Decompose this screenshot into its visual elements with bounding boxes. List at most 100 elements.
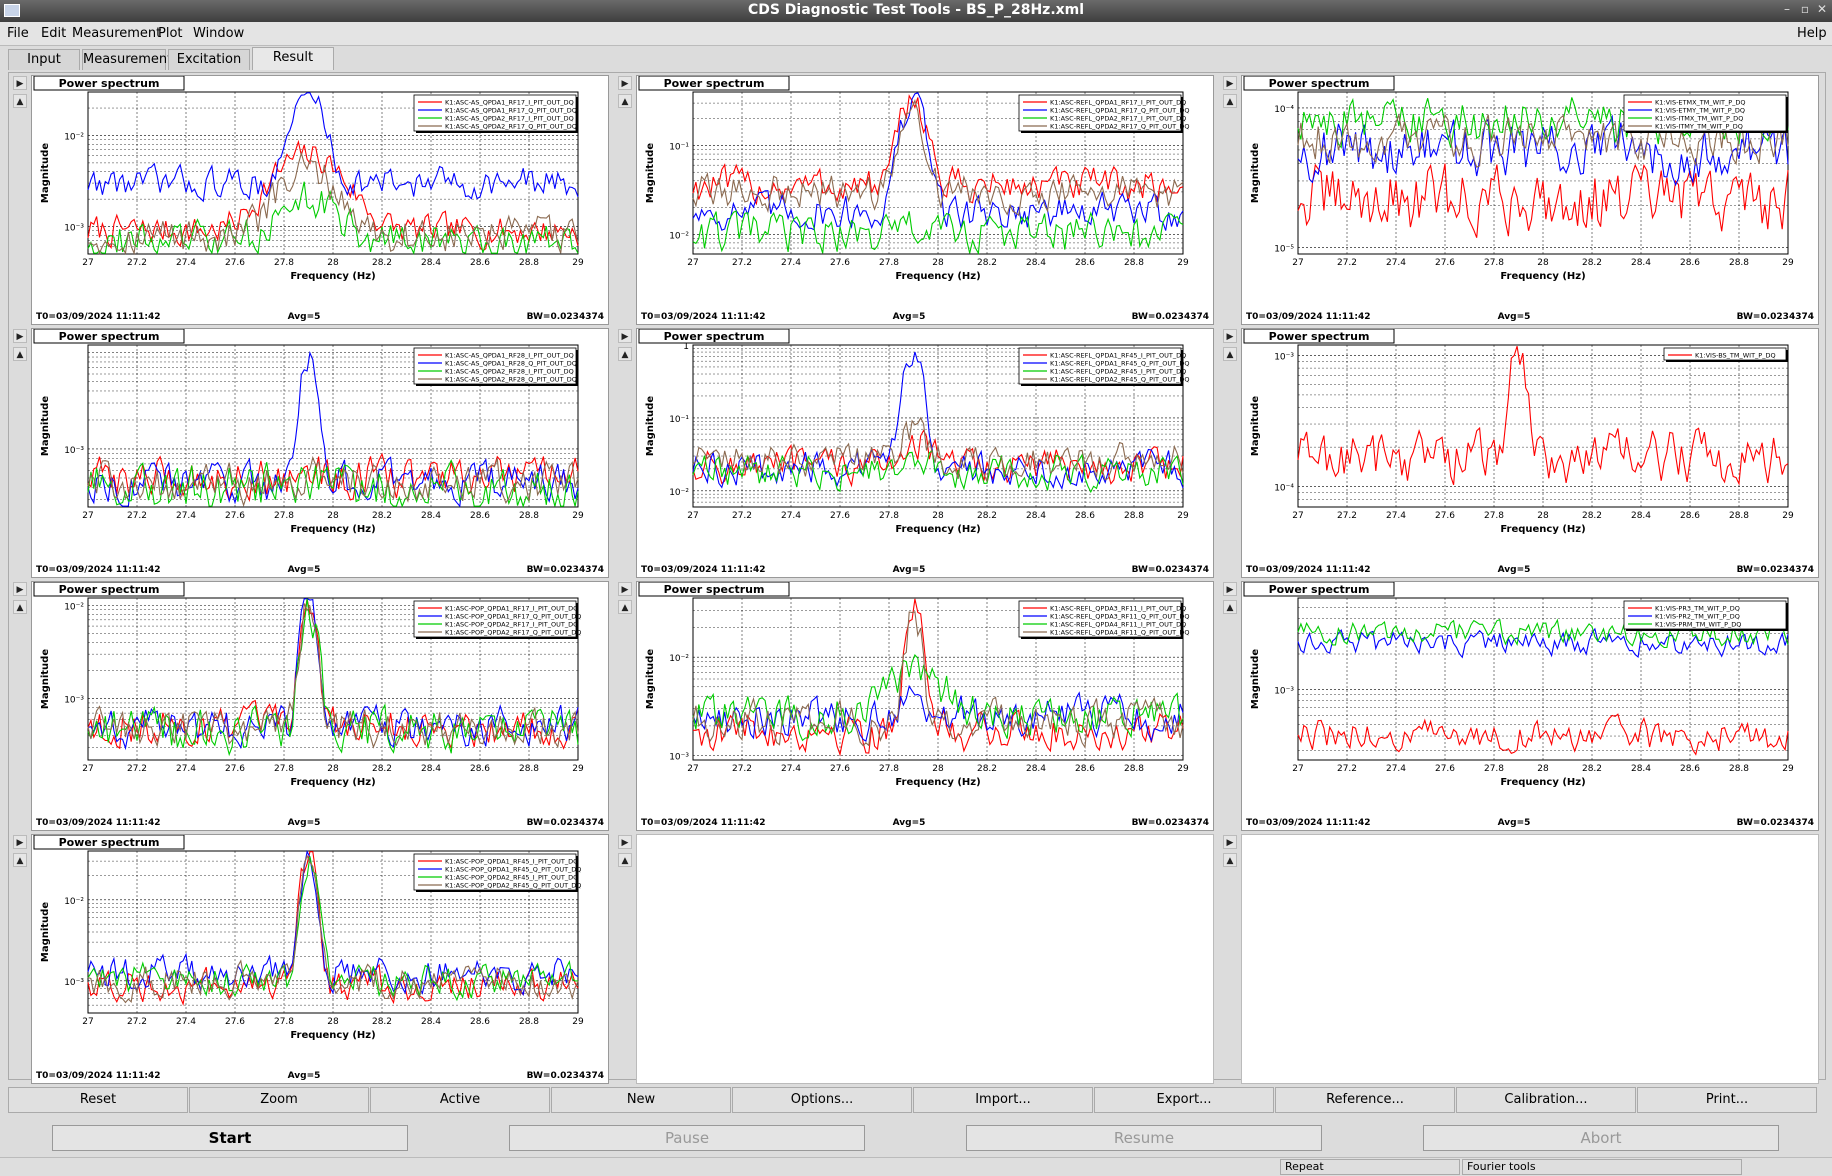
menu-help[interactable]: Help <box>1797 26 1827 41</box>
print-button[interactable]: Print... <box>1637 1087 1817 1113</box>
plot-canvas[interactable]: Power spectrum 27 27.2 27.4 27.6 27.8 28 28.2 28… <box>31 328 609 578</box>
plot-canvas[interactable]: Power spectrum 27 27.2 27.4 27.6 27.8 28 28.2 28… <box>31 581 609 831</box>
plot-title: Power spectrum <box>1269 77 1370 90</box>
x-tick-label: 27.8 <box>1484 511 1504 521</box>
x-tick-label: 27.6 <box>1435 764 1455 774</box>
zoom-button[interactable]: Zoom <box>189 1087 369 1113</box>
active-button[interactable]: Active <box>370 1087 550 1113</box>
resume-button[interactable]: Resume <box>966 1125 1322 1151</box>
reset-button[interactable]: Reset <box>8 1087 188 1113</box>
plot-canvas[interactable]: Power spectrum 27 27.2 27.4 27.6 27.8 28 28.2 28… <box>1241 328 1819 578</box>
expand-up-icon[interactable]: ▲ <box>13 853 27 867</box>
pad-arrows: ▶ ▲ <box>618 582 632 618</box>
tab-result[interactable]: Result <box>252 47 334 70</box>
minimize-icon[interactable]: – <box>1780 2 1794 18</box>
legend-entry: K1:ASC-REFL_QPDA3_RF11_I_PIT_OUT_DQ <box>1050 605 1186 613</box>
tab-input[interactable]: Input <box>8 49 80 70</box>
plot-canvas[interactable]: Power spectrum 27 27.2 27.4 27.6 27.8 28 28.2 28… <box>636 581 1214 831</box>
maximize-icon[interactable]: ▫ <box>1798 2 1812 18</box>
menu-edit[interactable]: Edit <box>41 26 66 41</box>
expand-up-icon[interactable]: ▲ <box>13 600 27 614</box>
expand-up-icon[interactable]: ▲ <box>618 600 632 614</box>
avg-label: Avg=5 <box>288 1071 321 1081</box>
expand-right-icon[interactable]: ▶ <box>13 582 27 596</box>
legend-entry: K1:ASC-REFL_QPDA1_RF17_I_PIT_OUT_DQ <box>1050 99 1186 107</box>
result-panel: ▶ ▲ Power spectrum 27 27.2 27.4 27.6 27.8 28 28.2… <box>8 72 1826 1084</box>
t0-label: T0=03/09/2024 11:11:42 <box>36 312 161 322</box>
x-axis-label: Frequency (Hz) <box>1500 524 1585 535</box>
pause-button[interactable]: Pause <box>509 1125 865 1151</box>
expand-up-icon[interactable]: ▲ <box>1223 600 1237 614</box>
x-tick-label: 28.6 <box>1075 511 1095 521</box>
expand-right-icon[interactable]: ▶ <box>618 76 632 90</box>
power-spectrum-chart: Power spectrum 27 27.2 27.4 27.6 27.8 28 28.2 28… <box>638 329 1209 575</box>
expand-right-icon[interactable]: ▶ <box>13 329 27 343</box>
x-tick-label: 28.2 <box>1582 511 1602 521</box>
expand-right-icon[interactable]: ▶ <box>618 835 632 849</box>
x-tick-label: 29 <box>572 764 584 774</box>
tab-excitation[interactable]: Excitation <box>168 49 250 70</box>
expand-right-icon[interactable]: ▶ <box>1223 76 1237 90</box>
abort-button[interactable]: Abort <box>1423 1125 1779 1151</box>
expand-up-icon[interactable]: ▲ <box>1223 853 1237 867</box>
expand-up-icon[interactable]: ▲ <box>618 853 632 867</box>
x-tick-label: 28.4 <box>1026 258 1046 268</box>
expand-up-icon[interactable]: ▲ <box>618 347 632 361</box>
x-tick-label: 28 <box>327 511 339 521</box>
expand-right-icon[interactable]: ▶ <box>618 329 632 343</box>
menu-window[interactable]: Window <box>193 26 244 41</box>
expand-right-icon[interactable]: ▶ <box>618 582 632 596</box>
plot-canvas[interactable]: Power spectrum 27 27.2 27.4 27.6 27.8 28 28.2 28… <box>31 75 609 325</box>
expand-right-icon[interactable]: ▶ <box>1223 582 1237 596</box>
x-axis-label: Frequency (Hz) <box>895 524 980 535</box>
y-tick-label: 10⁻⁵ <box>1274 245 1294 255</box>
plot-canvas[interactable]: Power spectrum 27 27.2 27.4 27.6 27.8 28 28.2 28… <box>31 834 609 1084</box>
plot-canvas[interactable]: Power spectrum 27 27.2 27.4 27.6 27.8 28 28.2 28… <box>636 75 1214 325</box>
x-tick-label: 27.6 <box>1435 258 1455 268</box>
import-button[interactable]: Import... <box>913 1087 1093 1113</box>
menu-plot[interactable]: Plot <box>158 26 183 41</box>
x-tick-label: 27.4 <box>781 764 801 774</box>
expand-right-icon[interactable]: ▶ <box>13 76 27 90</box>
expand-right-icon[interactable]: ▶ <box>1223 835 1237 849</box>
plot-pad: ▶ ▲ Power spectrum 27 27.2 27.4 27.6 27.8 28 28.2… <box>9 832 610 1084</box>
calibration-button[interactable]: Calibration... <box>1456 1087 1636 1113</box>
plot-canvas[interactable]: Power spectrum 27 27.2 27.4 27.6 27.8 28 28.2 28… <box>636 328 1214 578</box>
export-button[interactable]: Export... <box>1094 1087 1274 1113</box>
x-tick-label: 28.4 <box>1631 258 1651 268</box>
x-tick-label: 27.2 <box>1337 258 1357 268</box>
legend-entry: K1:VIS-PR3_TM_WIT_P_DQ <box>1655 605 1740 613</box>
expand-right-icon[interactable]: ▶ <box>13 835 27 849</box>
expand-up-icon[interactable]: ▲ <box>1223 94 1237 108</box>
expand-up-icon[interactable]: ▲ <box>13 94 27 108</box>
power-spectrum-chart: Power spectrum 27 27.2 27.4 27.6 27.8 28 28.2 28… <box>1243 329 1814 575</box>
pad-arrows: ▶ ▲ <box>13 329 27 365</box>
x-axis-label: Frequency (Hz) <box>290 1030 375 1041</box>
x-tick-label: 29 <box>572 258 584 268</box>
legend-entry: K1:ASC-POP_QPDA2_RF45_I_PIT_OUT_DQ <box>445 874 578 882</box>
x-tick-label: 27.8 <box>879 511 899 521</box>
new-button[interactable]: New <box>551 1087 731 1113</box>
x-tick-label: 27.8 <box>274 258 294 268</box>
expand-up-icon[interactable]: ▲ <box>13 347 27 361</box>
tab-measurement[interactable]: Measurement <box>82 49 172 70</box>
close-icon[interactable]: ✕ <box>1815 2 1829 18</box>
menu-measurement[interactable]: Measurement <box>72 26 161 41</box>
options-button[interactable]: Options... <box>732 1087 912 1113</box>
start-button[interactable]: Start <box>52 1125 408 1151</box>
legend-entry: K1:ASC-AS_QPDA2_RF17_I_PIT_OUT_DQ <box>445 115 574 123</box>
y-axis-label: Magnitude <box>40 902 51 962</box>
x-tick-label: 29 <box>1782 764 1794 774</box>
legend-entry: K1:ASC-REFL_QPDA3_RF11_Q_PIT_OUT_DQ <box>1050 613 1189 621</box>
x-tick-label: 27.8 <box>1484 258 1504 268</box>
menu-file[interactable]: File <box>7 26 29 41</box>
x-tick-label: 27.2 <box>732 258 752 268</box>
expand-up-icon[interactable]: ▲ <box>618 94 632 108</box>
power-spectrum-chart: Power spectrum 27 27.2 27.4 27.6 27.8 28 28.2 28… <box>1243 582 1814 828</box>
expand-up-icon[interactable]: ▲ <box>1223 347 1237 361</box>
plot-canvas[interactable]: Power spectrum 27 27.2 27.4 27.6 27.8 28 28.2 28… <box>1241 75 1819 325</box>
expand-right-icon[interactable]: ▶ <box>1223 329 1237 343</box>
y-tick-label: 10⁻³ <box>64 696 84 706</box>
plot-canvas[interactable]: Power spectrum 27 27.2 27.4 27.6 27.8 28 28.2 28… <box>1241 581 1819 831</box>
reference-button[interactable]: Reference... <box>1275 1087 1455 1113</box>
